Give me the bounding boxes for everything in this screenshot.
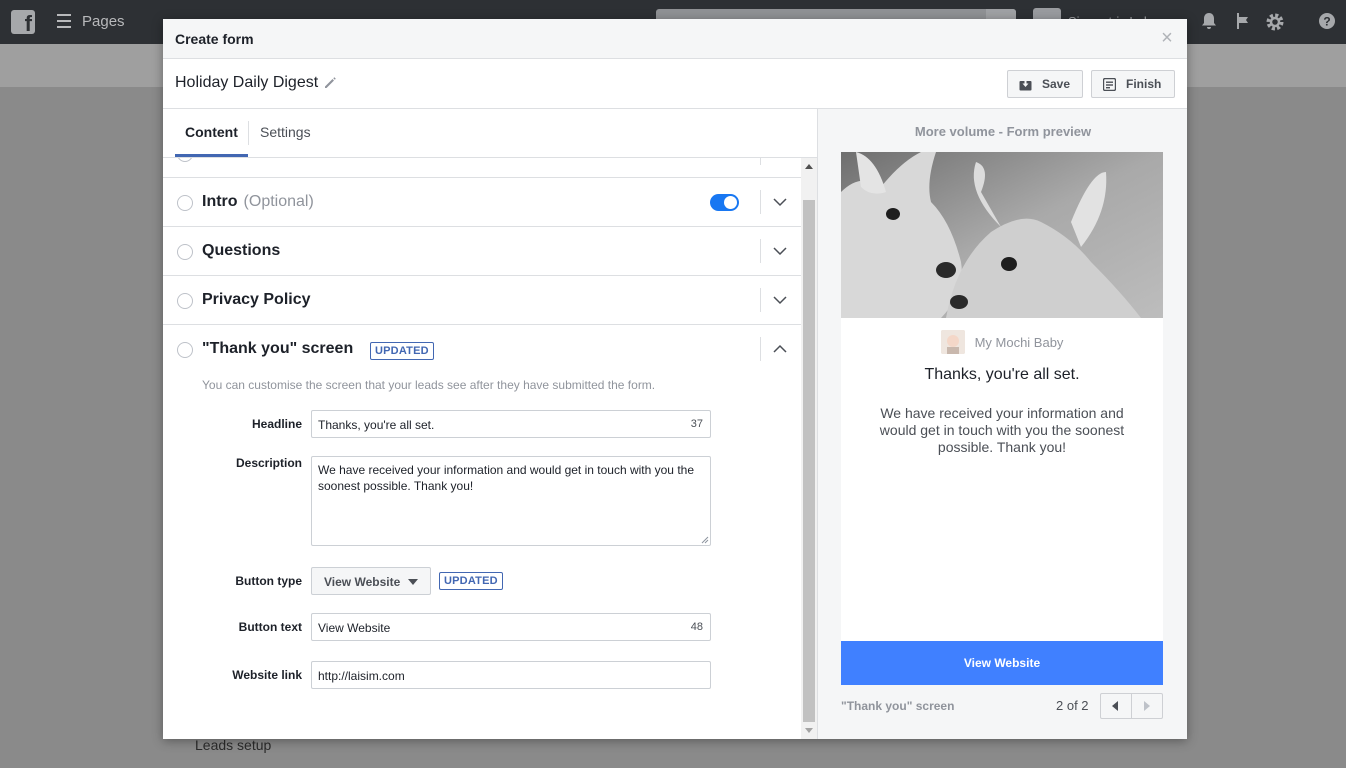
intro-toggle-switch[interactable] bbox=[710, 194, 739, 211]
caret-down-icon bbox=[408, 579, 418, 585]
section-intro[interactable]: Intro (Optional) bbox=[163, 178, 801, 227]
scrollbar-thumb[interactable] bbox=[803, 200, 815, 722]
svg-text:?: ? bbox=[1323, 15, 1330, 29]
close-icon[interactable]: × bbox=[1157, 28, 1177, 48]
website-link-input[interactable]: http://laisim.com bbox=[311, 661, 711, 689]
notifications-bell-icon[interactable] bbox=[1199, 12, 1219, 32]
headline-value: Thanks, you're all set. bbox=[318, 418, 435, 432]
section-divider bbox=[760, 288, 761, 312]
tab-content[interactable]: Content bbox=[185, 124, 238, 140]
resize-grip-icon[interactable] bbox=[701, 536, 709, 544]
edit-pencil-icon[interactable] bbox=[323, 76, 337, 90]
dialog-title: Create form bbox=[175, 31, 254, 47]
tab-settings[interactable]: Settings bbox=[260, 124, 311, 140]
section-privacy-policy[interactable]: Privacy Policy bbox=[163, 276, 801, 325]
active-tab-indicator bbox=[175, 154, 248, 157]
description-label: Description bbox=[235, 456, 302, 470]
finish-form-icon bbox=[1103, 77, 1116, 91]
dialog-header: Create form × bbox=[163, 19, 1187, 59]
previous-arrow-icon[interactable] bbox=[1101, 694, 1131, 718]
section-title: Intro (Optional) bbox=[202, 193, 314, 211]
button-type-value: View Website bbox=[324, 575, 401, 589]
chevron-down-icon[interactable] bbox=[772, 243, 788, 259]
button-type-label: Button type bbox=[235, 574, 302, 588]
editor-scrollbar[interactable] bbox=[801, 158, 817, 739]
chevron-up-icon[interactable] bbox=[772, 341, 788, 357]
preview-view-website-button[interactable]: View Website bbox=[841, 641, 1163, 685]
button-text-input[interactable]: View Website 48 bbox=[311, 613, 711, 641]
save-button[interactable]: Save bbox=[1007, 70, 1083, 98]
preview-title: More volume - Form preview bbox=[914, 124, 1092, 139]
website-link-label: Website link bbox=[232, 668, 302, 682]
save-button-label: Save bbox=[1042, 77, 1071, 91]
section-status-radio[interactable] bbox=[177, 244, 193, 260]
save-download-icon bbox=[1019, 77, 1032, 90]
updated-badge: UPDATED bbox=[439, 572, 503, 590]
button-text-value: View Website bbox=[318, 621, 391, 635]
updated-badge: UPDATED bbox=[370, 342, 434, 360]
form-editor-panel: Content Settings Intro (Optional) Questi… bbox=[163, 109, 817, 739]
button-text-label: Button text bbox=[238, 620, 302, 634]
section-title-text: Intro bbox=[202, 193, 238, 210]
cover-image bbox=[841, 152, 1163, 318]
section-questions[interactable]: Questions bbox=[163, 227, 801, 276]
finish-button[interactable]: Finish bbox=[1091, 70, 1175, 98]
optional-label: (Optional) bbox=[243, 193, 314, 210]
help-icon[interactable]: ? bbox=[1317, 12, 1337, 32]
preview-pager bbox=[1100, 693, 1163, 719]
preview-screen-label: "Thank you" screen bbox=[841, 699, 955, 713]
flag-icon[interactable] bbox=[1233, 12, 1253, 32]
section-divider bbox=[760, 190, 761, 214]
page-identity-row: My Mochi Baby bbox=[841, 330, 1163, 354]
section-thank-you: "Thank you" screen UPDATED You can custo… bbox=[163, 325, 801, 739]
section-divider bbox=[760, 158, 761, 165]
button-type-select[interactable]: View Website bbox=[311, 567, 431, 595]
section-title: Privacy Policy bbox=[202, 291, 311, 308]
button-text-char-count: 48 bbox=[690, 621, 703, 633]
section-status-radio[interactable] bbox=[177, 158, 193, 162]
hamburger-menu-icon[interactable] bbox=[57, 14, 71, 28]
tab-divider bbox=[248, 121, 249, 145]
scroll-down-arrow-icon[interactable] bbox=[805, 728, 813, 733]
section-description: You can customise the screen that your l… bbox=[202, 378, 656, 392]
scroll-up-arrow-icon[interactable] bbox=[805, 164, 813, 169]
website-link-value: http://laisim.com bbox=[318, 669, 405, 683]
preview-page-count: 2 of 2 bbox=[1056, 698, 1089, 713]
finish-button-label: Finish bbox=[1126, 77, 1162, 91]
settings-gear-icon[interactable] bbox=[1265, 12, 1285, 32]
form-title-bar: Holiday Daily Digest Save Finish bbox=[163, 59, 1187, 109]
section-divider bbox=[760, 239, 761, 263]
form-sections-list: Intro (Optional) Questions Privacy Policy bbox=[163, 158, 801, 739]
create-form-dialog: Create form × Holiday Daily Digest Save … bbox=[163, 19, 1187, 739]
section-divider bbox=[760, 337, 761, 361]
preview-headline: Thanks, you're all set. bbox=[924, 366, 1080, 383]
form-name[interactable]: Holiday Daily Digest bbox=[175, 74, 318, 92]
page-avatar bbox=[940, 330, 965, 354]
editor-tabs: Content Settings bbox=[163, 109, 817, 158]
section-status-radio[interactable] bbox=[177, 293, 193, 309]
chevron-down-icon[interactable] bbox=[772, 292, 788, 308]
facebook-logo-icon[interactable] bbox=[11, 10, 35, 37]
section-title: "Thank you" screen bbox=[202, 340, 354, 357]
section-form-type[interactable] bbox=[163, 158, 801, 178]
leads-setup-label[interactable]: Leads setup bbox=[195, 737, 271, 753]
form-preview-panel: More volume - Form preview My Mochi Baby… bbox=[817, 109, 1187, 739]
pages-nav-label[interactable]: Pages bbox=[82, 13, 125, 30]
chevron-down-icon[interactable] bbox=[772, 194, 788, 210]
preview-description: We have received your information and wo… bbox=[879, 405, 1125, 455]
next-arrow-icon[interactable] bbox=[1132, 694, 1162, 718]
preview-screen: My Mochi Baby Thanks, you're all set. We… bbox=[841, 152, 1163, 685]
headline-char-count: 37 bbox=[690, 418, 703, 430]
headline-input[interactable]: Thanks, you're all set. 37 bbox=[311, 410, 711, 438]
section-title: Questions bbox=[202, 242, 281, 259]
page-name: My Mochi Baby bbox=[974, 334, 1064, 350]
section-status-radio[interactable] bbox=[177, 195, 193, 211]
description-textarea[interactable]: We have received your information and wo… bbox=[311, 456, 711, 546]
description-value: We have received your information and wo… bbox=[318, 463, 694, 493]
section-status-radio[interactable] bbox=[177, 342, 193, 358]
headline-label: Headline bbox=[251, 417, 302, 431]
